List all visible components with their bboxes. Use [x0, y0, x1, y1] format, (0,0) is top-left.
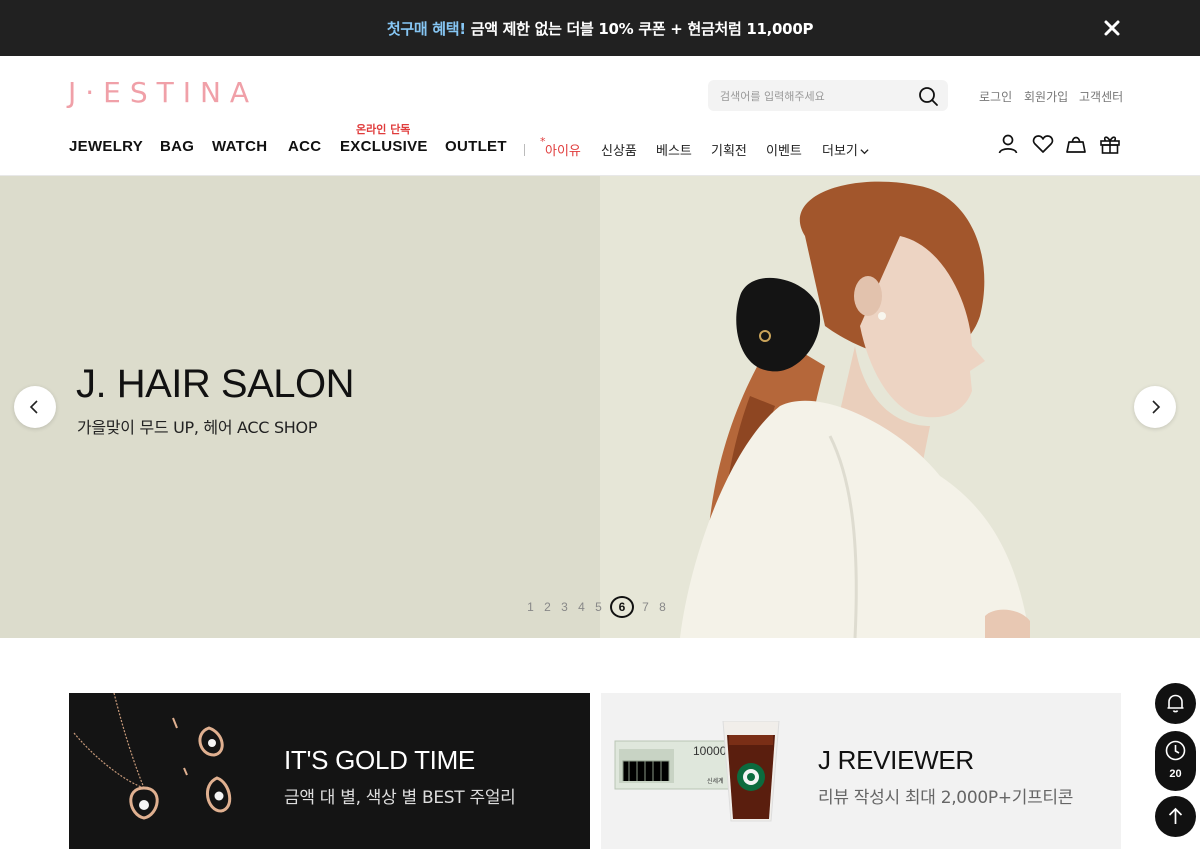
heart-icon[interactable]	[1031, 132, 1055, 156]
slide-page-8[interactable]: 8	[654, 600, 671, 614]
recent-count: 20	[1169, 768, 1182, 780]
star-mark: *	[540, 135, 546, 148]
slide-page-2[interactable]: 2	[539, 600, 556, 614]
search-icon[interactable]	[917, 85, 939, 107]
gift-voucher-image: 10000 신세계	[614, 721, 780, 822]
gift-icon[interactable]	[1098, 132, 1122, 156]
nav-outlet[interactable]: OUTLET	[445, 138, 507, 155]
banner-subtitle: 리뷰 작성시 최대 2,000P+기프티콘	[818, 788, 1074, 808]
gold-time-banner[interactable]: IT'S GOLD TIME 금액 대 별, 색상 별 BEST 주얼리	[69, 693, 590, 849]
nav-new[interactable]: 신상품	[601, 140, 637, 159]
promo-bar: 첫구매 혜택! 금액 제한 없는 더블 10% 쿠폰 + 현금처럼 11,000…	[0, 0, 1200, 56]
signup-link[interactable]: 회원가입	[1024, 88, 1068, 105]
nav-acc[interactable]: ACC	[288, 138, 321, 155]
slide-page-1[interactable]: 1	[522, 600, 539, 614]
hero-model-image	[680, 181, 1030, 638]
chevron-down-icon	[860, 149, 869, 155]
exclusive-tag: 온라인 단독	[356, 123, 411, 136]
banner-title: IT'S GOLD TIME	[284, 745, 475, 775]
clock-icon	[1165, 740, 1186, 761]
voucher-amount: 10000	[693, 744, 727, 758]
recent-viewed-button[interactable]: 20	[1155, 731, 1196, 791]
nav-exclusive[interactable]: EXCLUSIVE	[340, 138, 428, 155]
notification-button[interactable]	[1155, 683, 1196, 724]
promo-message: 금액 제한 없는 더블 10% 쿠폰 + 현금처럼 11,000P	[465, 20, 814, 38]
scroll-top-button[interactable]	[1155, 796, 1196, 837]
promo-highlight: 첫구매 혜택!	[386, 20, 466, 38]
slide-page-6-active[interactable]: 6	[610, 596, 634, 618]
next-slide-button[interactable]	[1134, 386, 1176, 428]
slide-page-3[interactable]: 3	[556, 600, 573, 614]
header: J·ESTINA 로그인 회원가입 고객센터 JEWELRY BAG WATCH…	[0, 56, 1200, 176]
nav-iu-label: 아이유	[545, 144, 581, 159]
nav-jewelry[interactable]: JEWELRY	[69, 138, 143, 155]
j-reviewer-banner[interactable]: 10000 신세계 J REVIEWER 리뷰 작성시 최대 2,000P+기프…	[601, 693, 1121, 849]
jewelry-image	[73, 693, 232, 820]
chevron-right-icon	[1152, 400, 1161, 414]
slide-page-5[interactable]: 5	[590, 600, 607, 614]
logo[interactable]: J·ESTINA	[68, 76, 258, 109]
nav-watch[interactable]: WATCH	[212, 138, 267, 155]
slide-pagination: 1 2 3 4 5 6 7 8	[522, 596, 671, 618]
hero-title: J. HAIR SALON	[76, 362, 355, 406]
nav-divider	[524, 144, 525, 156]
chevron-left-icon	[29, 400, 38, 414]
close-icon[interactable]	[1100, 16, 1124, 40]
nav-iu[interactable]: * 아이유	[540, 135, 581, 159]
user-icon[interactable]	[996, 132, 1020, 156]
nav-planning[interactable]: 기획전	[711, 140, 747, 159]
login-link[interactable]: 로그인	[979, 88, 1012, 105]
nav-more[interactable]: 더보기	[822, 140, 869, 159]
slide-page-7[interactable]: 7	[637, 600, 654, 614]
promo-text[interactable]: 첫구매 혜택! 금액 제한 없는 더블 10% 쿠폰 + 현금처럼 11,000…	[0, 18, 1200, 39]
hero-slider: J. HAIR SALON 가을맞이 무드 UP, 헤어 ACC SHOP 1 …	[0, 176, 1200, 638]
bell-icon	[1167, 694, 1184, 713]
banner-title: J REVIEWER	[818, 745, 974, 775]
search-input[interactable]	[720, 86, 910, 106]
arrow-up-icon	[1168, 807, 1183, 824]
nav-bag[interactable]: BAG	[160, 138, 194, 155]
customer-center-link[interactable]: 고객센터	[1079, 88, 1123, 105]
slide-page-4[interactable]: 4	[573, 600, 590, 614]
voucher-brand: 신세계	[707, 777, 724, 785]
nav-best[interactable]: 베스트	[656, 140, 692, 159]
hero-subtitle: 가을맞이 무드 UP, 헤어 ACC SHOP	[77, 418, 318, 437]
prev-slide-button[interactable]	[14, 386, 56, 428]
search-box	[708, 80, 948, 111]
banner-subtitle: 금액 대 별, 색상 별 BEST 주얼리	[284, 788, 516, 808]
nav-more-label: 더보기	[822, 144, 858, 159]
shopping-bag-icon[interactable]	[1064, 132, 1088, 156]
nav-event[interactable]: 이벤트	[766, 140, 802, 159]
